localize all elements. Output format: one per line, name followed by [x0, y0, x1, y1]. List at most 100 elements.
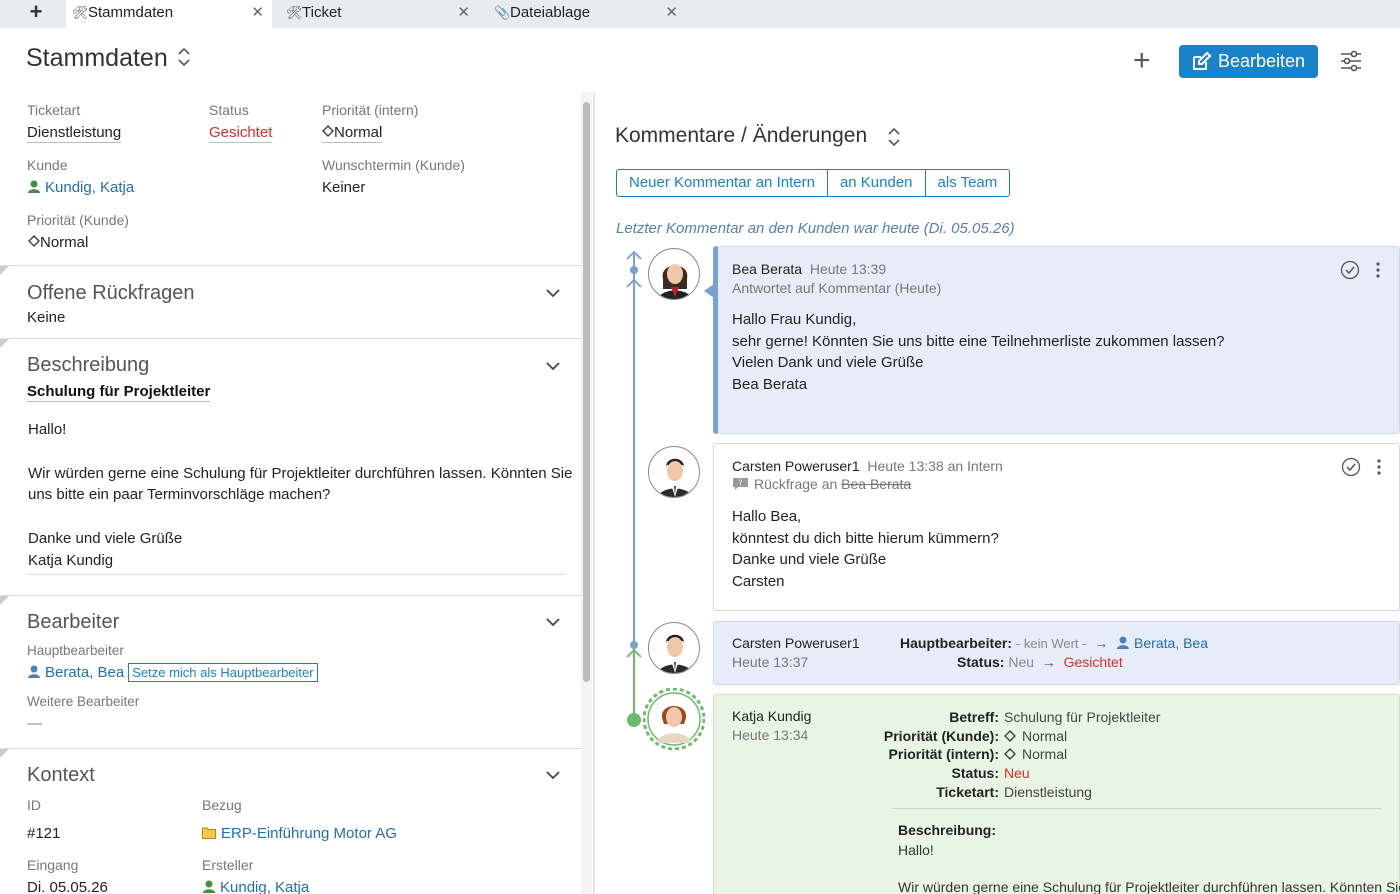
field-value-text: Normal: [1022, 727, 1068, 744]
close-icon[interactable]: ✕: [457, 0, 470, 26]
prio-intern-text: Normal: [334, 124, 383, 141]
close-icon[interactable]: ✕: [251, 0, 264, 26]
chevron-down-icon[interactable]: [546, 617, 560, 627]
edit-icon: [1193, 51, 1212, 70]
comment-header: Bea Berata Heute 13:39: [732, 261, 886, 277]
hauptbearbeiter-value: Berata, Bea Setze mich als Hauptbearbeite…: [27, 663, 318, 682]
body-line: Danke und viele Grüße: [732, 551, 887, 568]
creation-keys: Betreff: Priorität (Kunde): Priorität (i…: [854, 708, 999, 802]
body-line: Bea Berata: [732, 375, 808, 393]
settings-sliders-icon[interactable]: [1339, 49, 1363, 73]
change-author[interactable]: Carsten Poweruser1: [732, 635, 860, 651]
prio-kunde-value: Normal: [28, 234, 88, 251]
scrollbar-thumb[interactable]: [583, 102, 590, 682]
id-label: ID: [27, 797, 41, 813]
kontext-section: Kontext ID #121 Bezug ERP-Einführung Mot…: [0, 748, 582, 894]
desc-line: Wir würden gerne eine Schulung für Proje…: [898, 879, 1400, 894]
change-key: Status:: [957, 654, 1005, 670]
add-icon[interactable]: +: [1133, 46, 1151, 76]
field-value: Normal: [1004, 727, 1160, 746]
timeline-start-dot: [627, 713, 641, 727]
set-me-as-main-button[interactable]: Setze mich als Hauptbearbeiter: [128, 663, 318, 682]
check-circle-icon[interactable]: [1341, 457, 1361, 477]
new-comment-button-group: Neuer Kommentar an Intern an Kunden als …: [616, 169, 1011, 197]
comment-sub: ? Rückfrage an Bea Berata: [732, 476, 911, 492]
body-line: Hallo Bea,: [732, 508, 802, 525]
kunde-link[interactable]: Kundig, Katja: [27, 179, 134, 196]
creation-card: Katja Kundig Heute 13:34 Betreff: Priori…: [713, 694, 1400, 894]
tab-ticket[interactable]: 🛠 Ticket ✕: [280, 0, 478, 28]
field-value: Normal: [1004, 745, 1160, 764]
divider: [892, 808, 1382, 809]
close-icon[interactable]: ✕: [665, 0, 678, 26]
comment-intern-button[interactable]: Neuer Kommentar an Intern: [617, 170, 828, 196]
change-haupt: Hauptbearbeiter: - kein Wert - → Berata,…: [900, 635, 1208, 651]
section-corner: [0, 596, 9, 605]
comment-header: Carsten Poweruser1 Heute 13:38 an Intern: [732, 458, 1003, 474]
tools-icon: 🛠: [72, 5, 89, 20]
chevron-down-icon[interactable]: [546, 770, 560, 780]
timeline-line: [633, 252, 635, 642]
change-to: Gesichtet: [1063, 654, 1123, 670]
ticketart-label: Ticketart: [27, 102, 81, 118]
change-status: Status: Neu → Gesichtet: [957, 654, 1123, 670]
tab-stammdaten[interactable]: 🛠 Stammdaten ✕: [66, 0, 272, 28]
comment-customer-button[interactable]: an Kunden: [828, 170, 926, 196]
field-key: Ticketart:: [936, 783, 999, 800]
beschreibung-section: Beschreibung Schulung für Projektleiter …: [0, 338, 582, 595]
prio-intern-value[interactable]: Normal: [322, 124, 383, 143]
bezug-link[interactable]: ERP-Einführung Motor AG: [202, 825, 397, 842]
change-from: - kein Wert -: [1015, 636, 1087, 651]
ticketart-value[interactable]: Dienstleistung: [27, 124, 122, 143]
change-key: Hauptbearbeiter:: [900, 635, 1013, 651]
beschreibung-subject: Schulung für Projektleiter: [27, 383, 211, 402]
status-label: Status: [209, 102, 249, 118]
diamond-icon: [1004, 748, 1016, 761]
edit-button[interactable]: Bearbeiten: [1179, 45, 1318, 78]
tab-label: Dateiablage: [510, 4, 591, 21]
prio-intern-label: Priorität (intern): [322, 102, 419, 118]
sub-target: Bea Berata: [841, 476, 912, 492]
body-line: Hallo!: [28, 421, 67, 438]
comment-author[interactable]: Carsten Poweruser1: [732, 458, 860, 474]
field-key: Status:: [951, 765, 999, 782]
more-vertical-icon[interactable]: [1377, 459, 1381, 475]
beschreibung-title: Beschreibung: [27, 354, 150, 376]
kontext-title: Kontext: [27, 764, 95, 786]
timeline-dot: [630, 266, 638, 274]
avatar-carsten-poweruser: [648, 622, 700, 674]
sort-toggle-icon[interactable]: [887, 127, 901, 147]
divider: [27, 574, 566, 575]
comment-team-button[interactable]: als Team: [926, 170, 1010, 196]
creation-author[interactable]: Katja Kundig: [732, 708, 811, 724]
question-bubble-icon: ?: [733, 478, 748, 490]
field-value: Schulung für Projektleiter: [1004, 709, 1161, 725]
tab-label: Stammdaten: [88, 4, 174, 21]
comment-author[interactable]: Bea Berata: [732, 261, 802, 277]
avatar-bea-berata: [648, 248, 700, 300]
change-to-link[interactable]: Berata, Bea: [1134, 635, 1208, 651]
edit-button-label: Bearbeiten: [1218, 51, 1306, 71]
ersteller-link[interactable]: Kundig, Katja: [202, 879, 309, 894]
field-value: Dienstleistung: [1004, 783, 1092, 800]
sort-toggle-icon[interactable]: [176, 46, 192, 68]
page-header: Stammdaten + Bearbeiten: [0, 28, 1400, 92]
diamond-icon: [28, 235, 40, 247]
status-value[interactable]: Gesichtet: [209, 124, 273, 143]
chevron-down-icon[interactable]: [546, 361, 560, 371]
folder-icon: [202, 827, 216, 839]
sub-prefix: Rückfrage an: [754, 476, 838, 492]
check-circle-icon[interactable]: [1340, 260, 1360, 280]
new-tab-button[interactable]: +: [22, 0, 50, 26]
kunde-text: Kundig, Katja: [45, 179, 135, 196]
field-key: Betreff:: [949, 709, 999, 725]
avatar-katja-kundig: [643, 688, 705, 750]
arrow-right-icon: →: [1090, 635, 1113, 651]
eingang-value: Di. 05.05.26: [27, 879, 108, 894]
more-vertical-icon[interactable]: [1376, 262, 1380, 278]
tab-dateiablage[interactable]: 📎 Dateiablage ✕: [488, 0, 686, 28]
stammdaten-panel: Ticketart Dienstleistung Status Gesichte…: [0, 92, 594, 894]
chevron-down-icon[interactable]: [546, 288, 560, 298]
body-line: Hallo Frau Kundig,: [732, 311, 857, 328]
hauptbearbeiter-link[interactable]: Berata, Bea: [45, 664, 124, 681]
